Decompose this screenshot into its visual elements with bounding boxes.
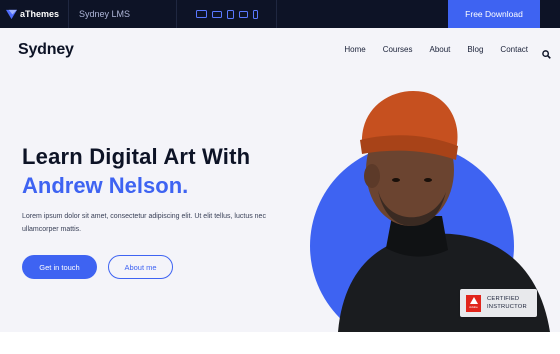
nav-item-blog[interactable]: Blog bbox=[467, 45, 483, 54]
page-bottom bbox=[0, 332, 560, 354]
badge-text-line1: CERTIFIED bbox=[487, 296, 520, 302]
tablet-icon[interactable] bbox=[226, 9, 234, 19]
get-in-touch-button[interactable]: Get in touch bbox=[22, 255, 97, 279]
nav-item-contact[interactable]: Contact bbox=[500, 45, 528, 54]
badge-text: CERTIFIED INSTRUCTOR bbox=[487, 295, 527, 311]
tablet-landscape-icon[interactable] bbox=[238, 10, 248, 18]
hero-headline-name: Andrew Nelson. bbox=[22, 173, 189, 198]
demo-site-name: Sydney LMS bbox=[79, 9, 131, 19]
demo-toolbar: aThemes Sydney LMS Free Download bbox=[0, 0, 560, 28]
site-logo[interactable]: Sydney bbox=[18, 41, 74, 59]
nav-item-about[interactable]: About bbox=[430, 45, 451, 54]
badge-text-line2: INSTRUCTOR bbox=[487, 304, 527, 310]
hero-description: Lorem ipsum dolor sit amet, consectetur … bbox=[22, 213, 266, 233]
site-page: Sydney Home Courses About Blog Contact L… bbox=[0, 28, 560, 332]
free-download-button[interactable]: Free Download bbox=[448, 0, 540, 28]
nav-item-home[interactable]: Home bbox=[344, 45, 365, 54]
search-icon[interactable] bbox=[542, 46, 551, 59]
athemes-logo-icon bbox=[6, 9, 17, 19]
laptop-icon[interactable] bbox=[211, 10, 222, 18]
adobe-logo-icon: Adobe bbox=[466, 294, 481, 312]
badge-logo-label: Adobe bbox=[469, 305, 478, 309]
about-me-button[interactable]: About me bbox=[108, 255, 173, 279]
certified-instructor-badge: Adobe CERTIFIED INSTRUCTOR bbox=[460, 289, 537, 317]
device-switcher bbox=[176, 0, 277, 28]
main-nav: Home Courses About Blog Contact bbox=[327, 45, 551, 59]
hero-headline: Learn Digital Art With bbox=[22, 144, 251, 169]
phone-icon[interactable] bbox=[252, 9, 258, 19]
athemes-brand[interactable]: aThemes bbox=[0, 0, 69, 28]
brand-name: aThemes bbox=[20, 9, 60, 19]
nav-item-courses[interactable]: Courses bbox=[383, 45, 413, 54]
desktop-icon[interactable] bbox=[195, 10, 207, 18]
